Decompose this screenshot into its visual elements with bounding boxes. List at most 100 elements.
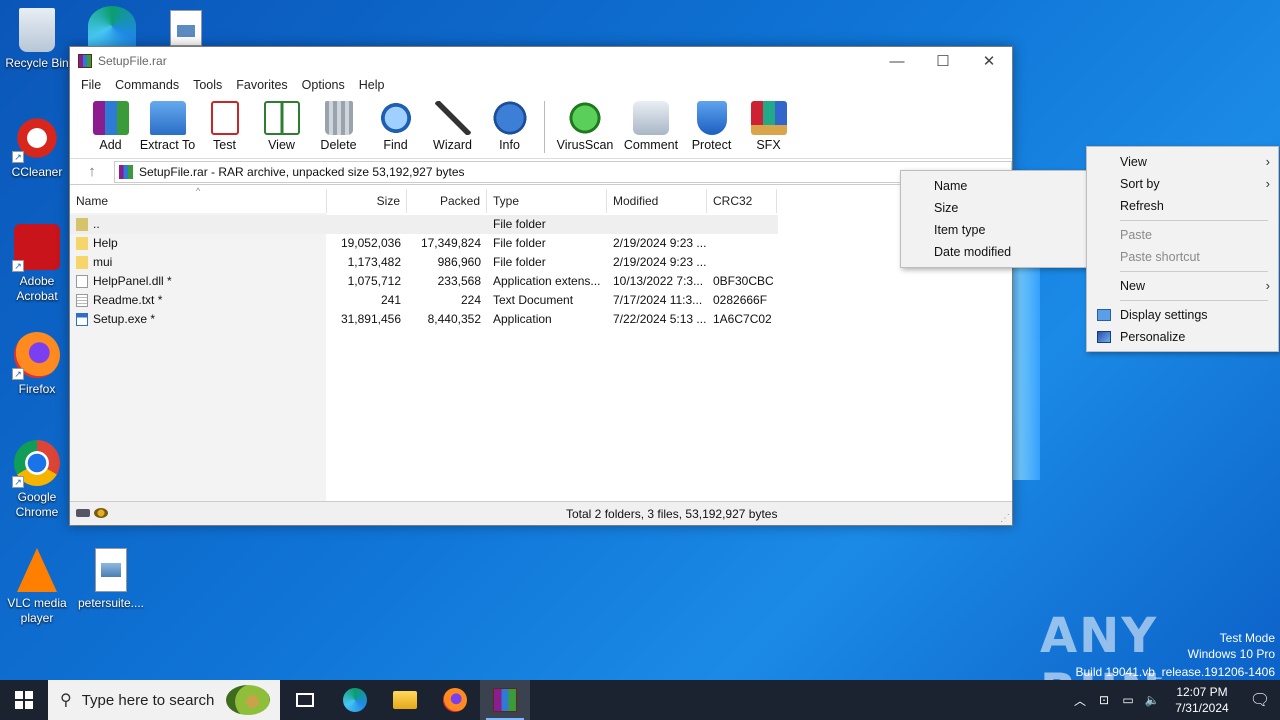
file-type: File folder xyxy=(493,236,546,250)
menu-item-label: Refresh xyxy=(1120,199,1164,213)
sort-by-size[interactable]: Size xyxy=(901,197,1087,219)
sort-by-name[interactable]: Name xyxy=(901,175,1087,197)
volume-icon[interactable]: 🔈 xyxy=(1140,693,1164,707)
file-desktop-icon[interactable] xyxy=(170,10,202,46)
taskbar-winrar[interactable] xyxy=(480,680,530,720)
table-row[interactable]: .. File folder xyxy=(70,215,778,234)
column-packed[interactable]: Packed xyxy=(407,189,487,213)
menu-favorites[interactable]: Favorites xyxy=(229,78,294,92)
file-packed: 986,960 xyxy=(437,255,481,269)
file-modified: 7/17/2024 11:3... xyxy=(613,293,703,307)
bug-scan-icon xyxy=(567,101,603,135)
menu-item-new[interactable]: New › xyxy=(1087,275,1278,297)
desktop-icon-adobe-acrobat[interactable]: ↗ Adobe Acrobat xyxy=(0,224,74,304)
sort-by-item-type[interactable]: Item type xyxy=(901,219,1087,241)
test-mode-text: Test Mode xyxy=(1219,631,1275,645)
chevron-up-icon[interactable]: ︿ xyxy=(1068,692,1092,709)
drive-icon[interactable] xyxy=(76,509,90,517)
taskbar-edge[interactable] xyxy=(330,680,380,720)
extract-to-label: Extract To xyxy=(139,138,196,152)
window-title: SetupFile.rar xyxy=(98,54,167,68)
up-arrow-icon[interactable]: ↑ xyxy=(70,163,114,180)
winrar-icon xyxy=(493,688,517,712)
menu-tools[interactable]: Tools xyxy=(186,78,229,92)
menu-item-paste-shortcut[interactable]: Paste shortcut xyxy=(1087,246,1278,268)
folder-up-icon xyxy=(76,218,88,231)
table-row[interactable]: mui 1,173,482 986,960 File folder 2/19/2… xyxy=(70,253,777,272)
view-button[interactable]: View xyxy=(253,95,310,152)
clock[interactable]: 12:07 PM 7/31/2024 xyxy=(1164,684,1240,716)
file-modified: 2/19/2024 9:23 ... xyxy=(613,236,707,250)
column-type[interactable]: Type xyxy=(487,189,607,213)
protect-button[interactable]: Protect xyxy=(683,95,740,152)
close-button[interactable]: ✕ xyxy=(966,47,1012,75)
add-label: Add xyxy=(99,138,122,152)
maximize-button[interactable]: ☐ xyxy=(920,47,966,75)
menu-item-view[interactable]: View › xyxy=(1087,151,1278,173)
menu-commands[interactable]: Commands xyxy=(108,78,186,92)
minimize-button[interactable]: — xyxy=(874,47,920,75)
archive-path[interactable]: SetupFile.rar - RAR archive, unpacked si… xyxy=(114,160,1012,183)
sort-by-date-modified[interactable]: Date modified xyxy=(901,241,1087,263)
menu-item-label: New xyxy=(1120,279,1146,293)
menu-options[interactable]: Options xyxy=(295,78,352,92)
file-name: Setup.exe * xyxy=(93,312,156,326)
menu-help[interactable]: Help xyxy=(352,78,392,92)
desktop-icon-google-chrome[interactable]: ↗ Google Chrome xyxy=(0,440,74,520)
address-bar: ↑ SetupFile.rar - RAR archive, unpacked … xyxy=(70,159,1012,185)
table-row[interactable]: Help 19,052,036 17,349,824 File folder 2… xyxy=(70,234,777,253)
taskbar-firefox[interactable] xyxy=(430,680,480,720)
column-size[interactable]: Size xyxy=(327,189,407,213)
file-packed xyxy=(407,215,487,234)
start-button[interactable] xyxy=(0,680,48,720)
folder-icon xyxy=(76,256,88,269)
folder-icon xyxy=(76,237,88,250)
file-name: .. xyxy=(93,217,100,231)
network-status-icon[interactable]: ⊡ xyxy=(1092,693,1116,707)
task-view-button[interactable] xyxy=(280,680,330,720)
virusscan-button[interactable]: VirusScan xyxy=(551,95,619,152)
menu-item-personalize[interactable]: Personalize xyxy=(1087,326,1278,348)
test-label: Test xyxy=(213,138,236,152)
find-button[interactable]: Find xyxy=(367,95,424,152)
file-packed: 17,349,824 xyxy=(420,236,481,250)
sfx-label: SFX xyxy=(756,138,781,152)
edge-desktop-icon[interactable] xyxy=(88,6,136,46)
title-bar[interactable]: SetupFile.rar — ☐ ✕ xyxy=(70,47,1012,75)
menu-separator xyxy=(1120,271,1268,272)
desktop-icon-recycle-bin[interactable]: Recycle Bin xyxy=(0,8,74,71)
extract-to-button[interactable]: Extract To xyxy=(139,95,196,152)
network-icon[interactable]: ▭ xyxy=(1116,693,1140,707)
column-crc32[interactable]: CRC32 xyxy=(707,189,777,213)
menu-file[interactable]: File xyxy=(74,78,108,92)
sfx-box-icon xyxy=(750,101,787,135)
desktop-icon-petersuite[interactable]: petersuite.... xyxy=(74,548,148,611)
menu-item-sort-by[interactable]: Sort by › xyxy=(1087,173,1278,195)
desktop-icon-ccleaner[interactable]: ↗ CCleaner xyxy=(0,115,74,180)
table-row[interactable]: Readme.txt * 241 224 Text Document 7/17/… xyxy=(70,291,777,310)
column-modified[interactable]: Modified xyxy=(607,189,707,213)
key-icon[interactable] xyxy=(94,508,108,518)
file-crc: 0BF30CBC xyxy=(713,274,774,288)
avocado-search-highlight-icon xyxy=(226,685,270,715)
taskbar-search[interactable]: ⚲ Type here to search xyxy=(48,680,280,720)
desktop-icon-firefox[interactable]: ↗ Firefox xyxy=(0,332,74,397)
table-row[interactable]: HelpPanel.dll * 1,075,712 233,568 Applic… xyxy=(70,272,777,291)
info-button[interactable]: Info xyxy=(481,95,538,152)
resize-grip-icon[interactable]: ⋰ xyxy=(1000,513,1010,524)
test-button[interactable]: Test xyxy=(196,95,253,152)
menu-item-display-settings[interactable]: Display settings xyxy=(1087,304,1278,326)
menu-item-paste[interactable]: Paste xyxy=(1087,224,1278,246)
desktop-context-menu: View › Sort by › Refresh Paste Paste short… xyxy=(1086,146,1279,352)
chevron-right-icon: › xyxy=(1265,278,1270,293)
menu-item-refresh[interactable]: Refresh xyxy=(1087,195,1278,217)
comment-button[interactable]: Comment xyxy=(619,95,683,152)
add-button[interactable]: Add xyxy=(82,95,139,152)
taskbar-file-explorer[interactable] xyxy=(380,680,430,720)
table-row[interactable]: Setup.exe * 31,891,456 8,440,352 Applica… xyxy=(70,310,777,329)
notification-icon[interactable]: 🗨 xyxy=(1240,690,1280,710)
desktop-icon-vlc[interactable]: VLC media player xyxy=(0,548,74,626)
sfx-button[interactable]: SFX xyxy=(740,95,797,152)
wizard-button[interactable]: Wizard xyxy=(424,95,481,152)
delete-button[interactable]: Delete xyxy=(310,95,367,152)
